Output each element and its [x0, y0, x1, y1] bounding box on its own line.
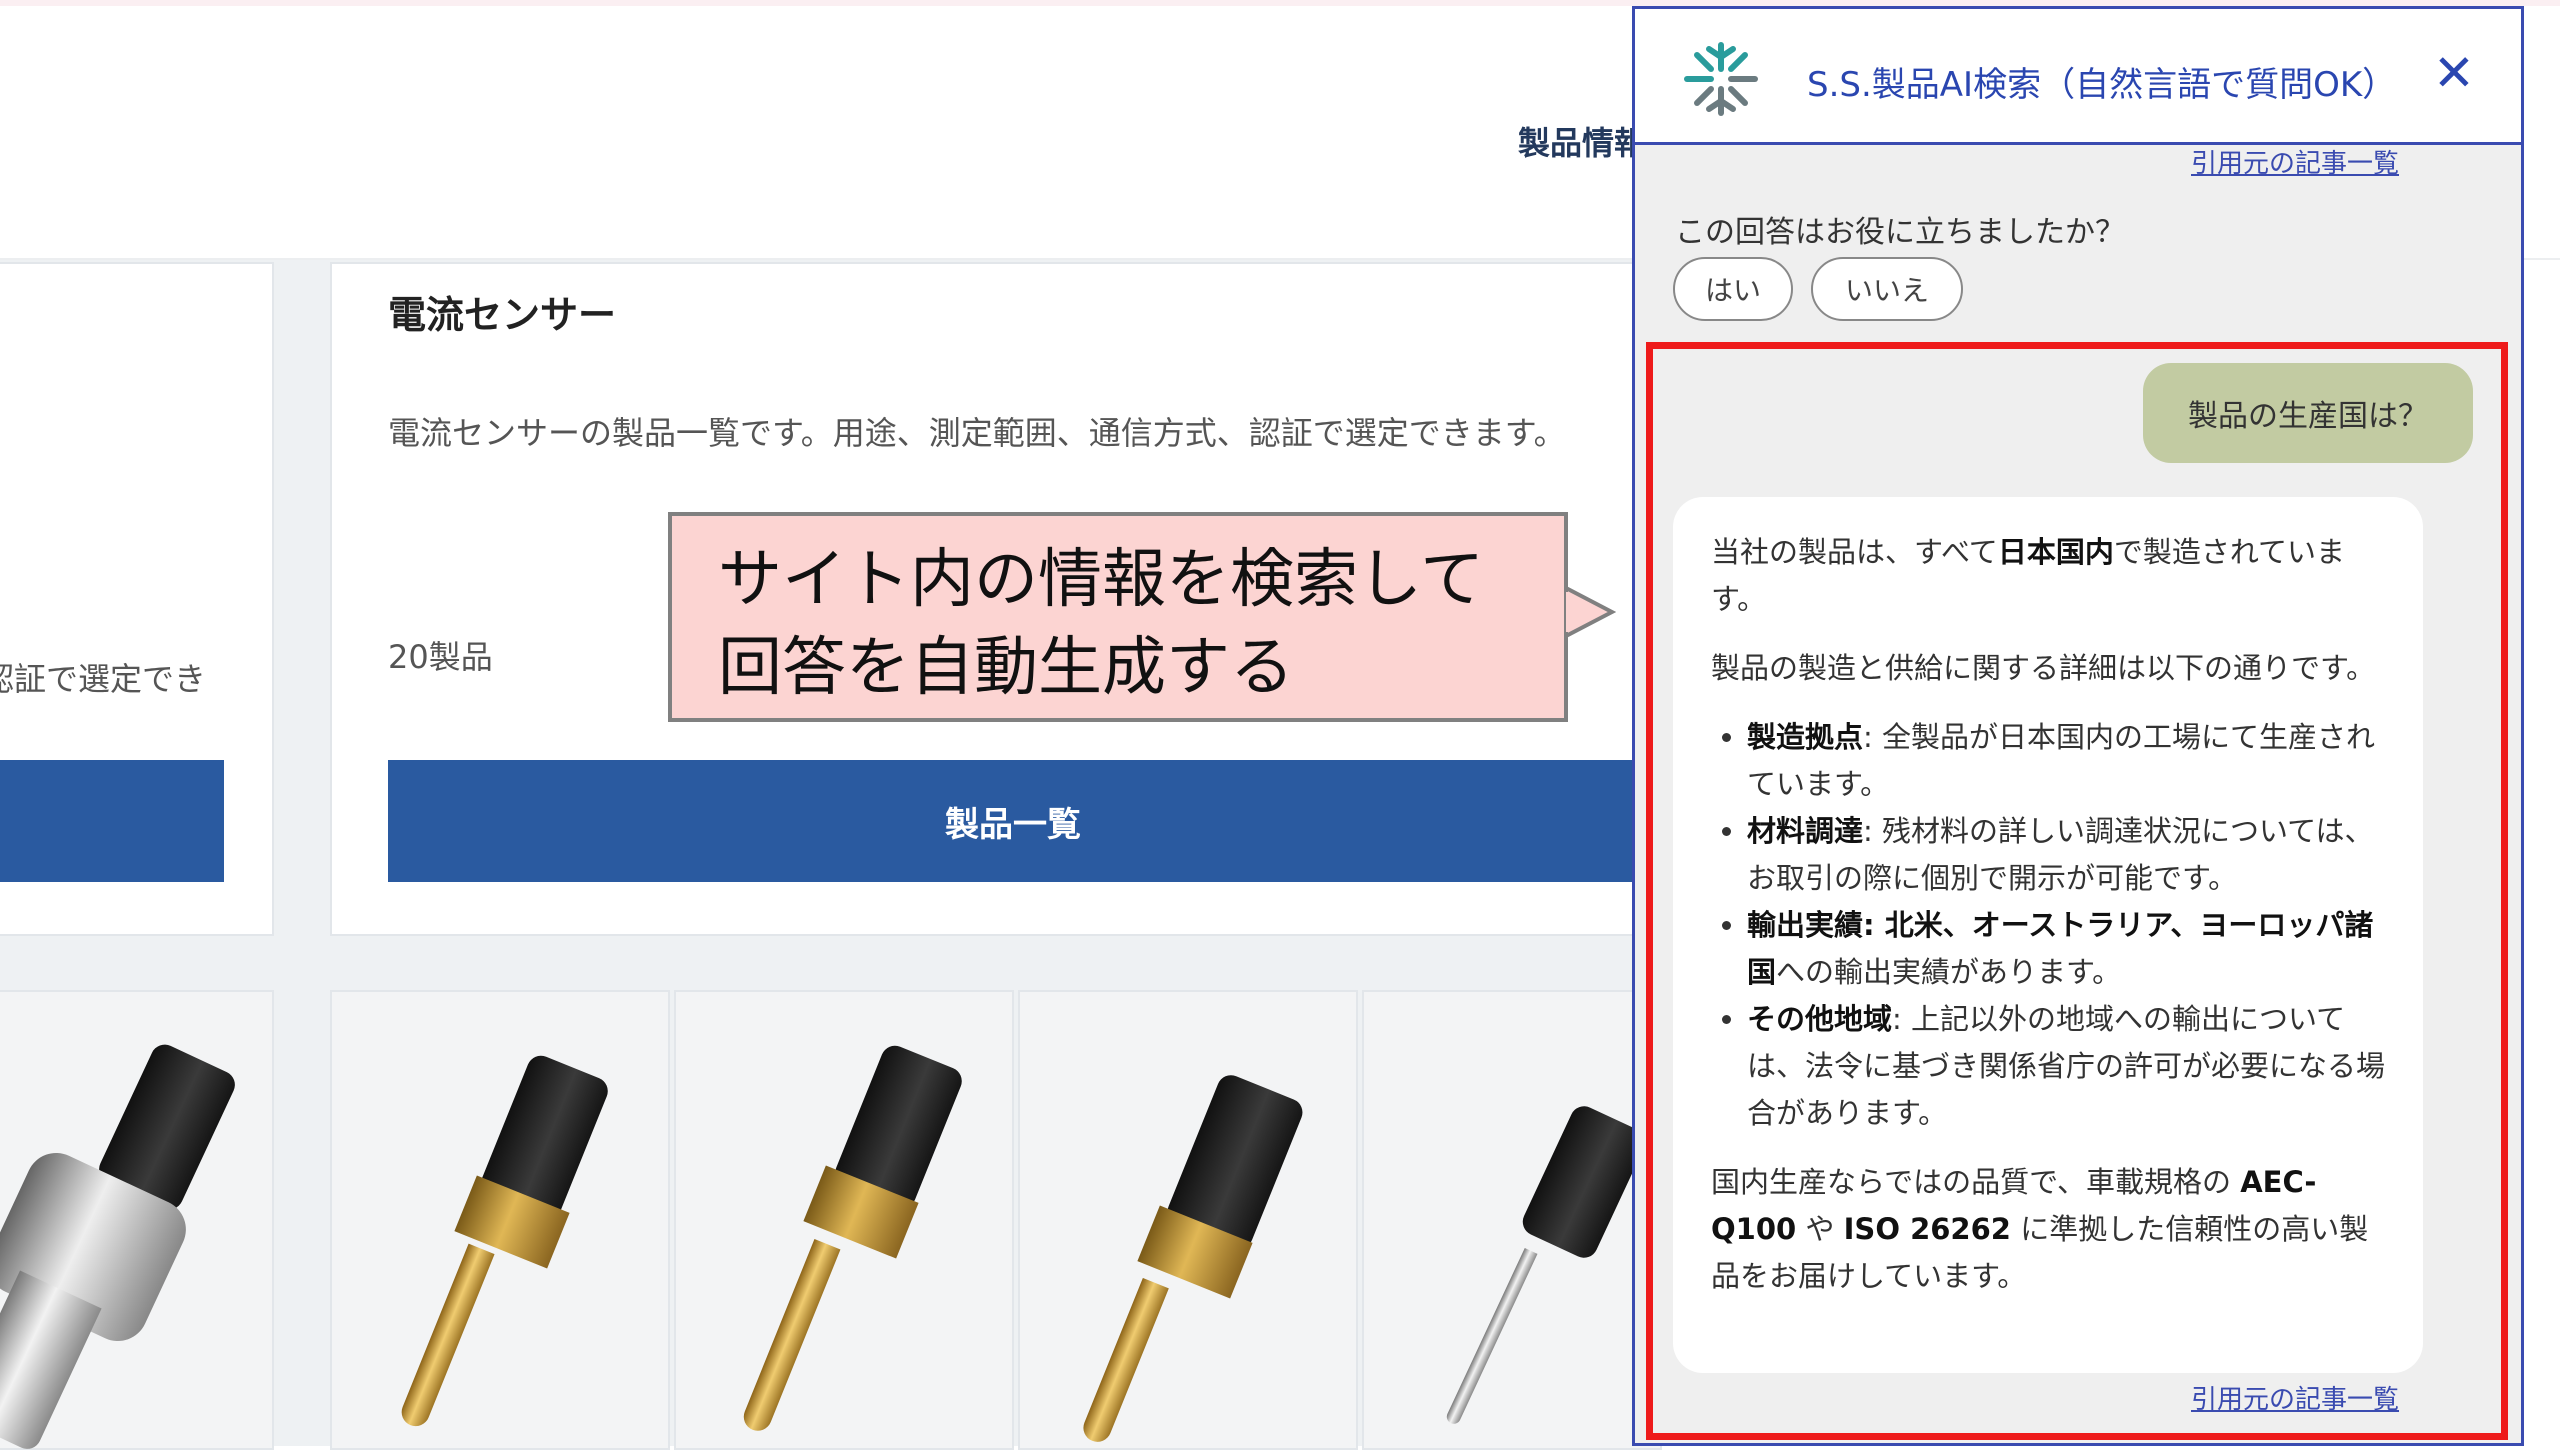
- product-list-button[interactable]: 製品一覧: [388, 760, 1638, 882]
- card-left-button[interactable]: [0, 760, 224, 882]
- snowflake-logo-icon: [1684, 42, 1758, 116]
- card-left-description: 認証で選定でき: [0, 660, 207, 698]
- product-image-tile[interactable]: [1362, 990, 1662, 1450]
- feedback-yes-button[interactable]: はい: [1673, 257, 1793, 321]
- citation-link[interactable]: 引用元の記事一覧: [2191, 143, 2399, 180]
- callout-line-1: サイト内の情報を検索して: [718, 543, 1485, 617]
- highlight-frame: [1646, 342, 2508, 1440]
- feedback-question: この回答はお役に立ちましたか？: [1675, 215, 2125, 250]
- product-count: 20製品: [388, 638, 493, 676]
- card-description: 電流センサーの製品一覧です。用途、測定範囲、通信方式、認証で選定できます。: [388, 414, 1566, 452]
- chat-header: S.S.製品AI検索（自然言語で質問OK） ✕: [1635, 9, 2521, 145]
- chat-title: S.S.製品AI検索（自然言語で質問OK）: [1807, 65, 2397, 105]
- product-image-tile[interactable]: [330, 990, 670, 1450]
- product-image-tile[interactable]: [674, 990, 1014, 1450]
- product-card-left: 認証で選定でき: [0, 262, 274, 936]
- pressure-sensor-image: [0, 992, 276, 1454]
- temperature-sensor-image: [332, 992, 672, 1452]
- product-image-tile[interactable]: [1018, 990, 1358, 1450]
- temperature-sensor-image: [1364, 992, 1664, 1452]
- close-icon[interactable]: ✕: [2429, 45, 2479, 101]
- callout-line-2: 回答を自動生成する: [718, 631, 1294, 705]
- card-title: 電流センサー: [388, 293, 617, 337]
- temperature-sensor-image: [676, 992, 1016, 1452]
- nav-product-info[interactable]: 製品情報: [1518, 118, 1646, 164]
- temperature-sensor-image: [1020, 992, 1360, 1452]
- product-image-tile[interactable]: [0, 990, 276, 1454]
- callout-pointer: [1566, 585, 1616, 639]
- annotation-callout: サイト内の情報を検索して 回答を自動生成する: [668, 512, 1568, 722]
- feedback-no-button[interactable]: いいえ: [1811, 257, 1963, 321]
